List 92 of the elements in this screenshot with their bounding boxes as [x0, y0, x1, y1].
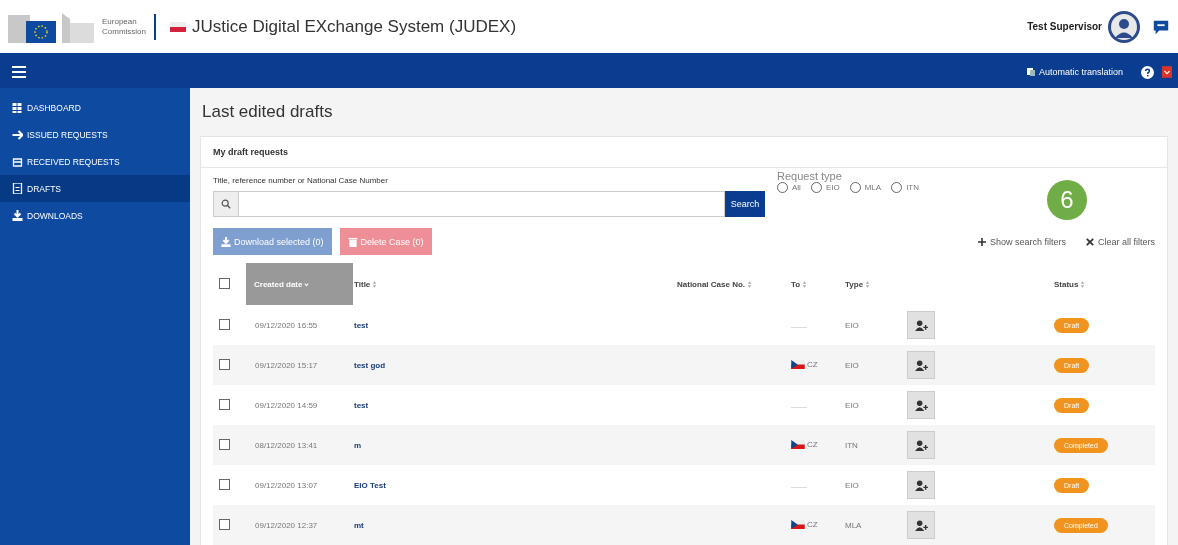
title-link[interactable]: m — [354, 440, 362, 450]
column-header[interactable]: Type — [844, 263, 906, 305]
sidebar-item[interactable]: ISSUED REQUESTS — [0, 121, 190, 148]
help-icon[interactable] — [1141, 65, 1154, 79]
filter-link[interactable]: Show search filters — [977, 236, 1066, 247]
radio-option[interactable]: All — [777, 182, 801, 193]
step-badge: 6 — [1047, 180, 1087, 220]
search-button[interactable]: Search — [725, 191, 765, 217]
person-icon — [914, 359, 928, 371]
section-title: My draft requests — [201, 137, 1167, 168]
assign-button[interactable] — [907, 351, 935, 379]
sort-icon — [802, 279, 808, 289]
radio-option[interactable]: ITN — [891, 182, 919, 193]
date-text: 09/12/2020 12:37 — [254, 520, 318, 530]
title-link[interactable]: test god — [354, 360, 386, 370]
flag-icon — [170, 21, 186, 32]
radio-option[interactable]: MLA — [849, 182, 882, 193]
checkbox[interactable] — [219, 277, 230, 289]
checkbox[interactable] — [219, 358, 230, 370]
column-header[interactable]: Status — [1053, 263, 1155, 305]
field-label: Title, reference number or National Case Number — [213, 176, 389, 185]
search-field[interactable] — [213, 191, 725, 217]
column-header[interactable]: National Case No. — [676, 263, 790, 305]
checkbox[interactable] — [219, 438, 230, 450]
checkbox[interactable] — [219, 398, 230, 410]
checkbox[interactable] — [219, 518, 230, 530]
date-text: 08/12/2020 13:41 — [254, 440, 318, 450]
sidebar-item[interactable]: RECEIVED REQUESTS — [0, 148, 190, 175]
assign-button[interactable] — [907, 391, 935, 419]
assign-button[interactable] — [907, 431, 935, 459]
flag-icon — [791, 439, 805, 449]
search-icon — [221, 199, 231, 209]
sort-icon — [865, 279, 871, 289]
date-text: 09/12/2020 16:55 — [254, 320, 318, 330]
filter-link[interactable]: Clear all filters — [1086, 236, 1155, 247]
sort-icon — [372, 279, 378, 289]
person-icon — [914, 319, 928, 331]
assign-button[interactable] — [907, 471, 935, 499]
sort-icon — [747, 279, 752, 289]
type-text: ITN — [845, 440, 858, 450]
clear-icon — [1086, 237, 1094, 246]
sidebar-item[interactable]: DOWNLOADS — [0, 202, 190, 229]
notification-icon[interactable] — [1162, 65, 1172, 79]
sidebar-item[interactable]: DRAFTS — [0, 175, 190, 202]
title-link[interactable]: EIO Test — [354, 480, 386, 490]
download-icon — [221, 236, 231, 247]
person-icon — [914, 439, 928, 451]
date-text: 09/12/2020 15:17 — [254, 360, 318, 370]
country-label: CZ — [791, 359, 818, 369]
translate-icon — [1025, 67, 1036, 77]
type-text: EIO — [845, 480, 859, 490]
checkbox[interactable] — [219, 318, 230, 330]
type-text: EIO — [845, 400, 859, 410]
person-icon — [914, 479, 928, 491]
avatar-icon[interactable] — [1108, 10, 1140, 43]
date-text: 09/12/2020 14:59 — [254, 400, 318, 410]
tray-icon — [12, 156, 23, 167]
page-title: Last edited drafts — [201, 101, 334, 123]
grid-icon — [12, 102, 23, 113]
type-text: EIO — [845, 360, 859, 370]
type-text: EIO — [845, 320, 859, 330]
date-text: 09/12/2020 13:07 — [254, 480, 318, 490]
plus-icon — [977, 237, 986, 246]
title-link[interactable]: test — [354, 320, 369, 330]
person-icon — [914, 519, 928, 531]
flag-icon — [791, 359, 805, 369]
assign-button[interactable] — [907, 311, 935, 339]
assign-button[interactable] — [907, 511, 935, 539]
title-link[interactable]: test — [354, 400, 369, 410]
menu-icon[interactable] — [12, 66, 26, 78]
organization-name-line: European — [102, 16, 138, 27]
organization-name-line: Commission — [102, 26, 146, 37]
checkbox[interactable] — [219, 478, 230, 490]
download-icon — [12, 210, 23, 221]
arrow-icon — [12, 129, 23, 140]
field-label: Request type — [777, 170, 843, 182]
sidebar-item[interactable]: DASHBOARD — [0, 94, 190, 121]
radio-option[interactable]: EIO — [810, 182, 840, 193]
column-header[interactable]: To — [790, 263, 844, 305]
translation-link[interactable]: Automatic translation — [1025, 67, 1123, 77]
person-icon — [914, 399, 928, 411]
document-icon — [12, 183, 23, 194]
flag-icon — [791, 519, 805, 529]
type-text: MLA — [845, 520, 862, 530]
trash-icon — [347, 236, 358, 247]
country-label: CZ — [791, 439, 818, 449]
sort-icon — [1080, 279, 1086, 289]
user-name[interactable]: Test Supervisor — [1027, 21, 1102, 32]
column-header[interactable]: Title — [353, 263, 676, 305]
country-label: CZ — [791, 519, 818, 529]
title-link[interactable]: mt — [354, 520, 364, 530]
app-title: JUstice Digital EXchange System (JUDEX) — [192, 16, 517, 37]
